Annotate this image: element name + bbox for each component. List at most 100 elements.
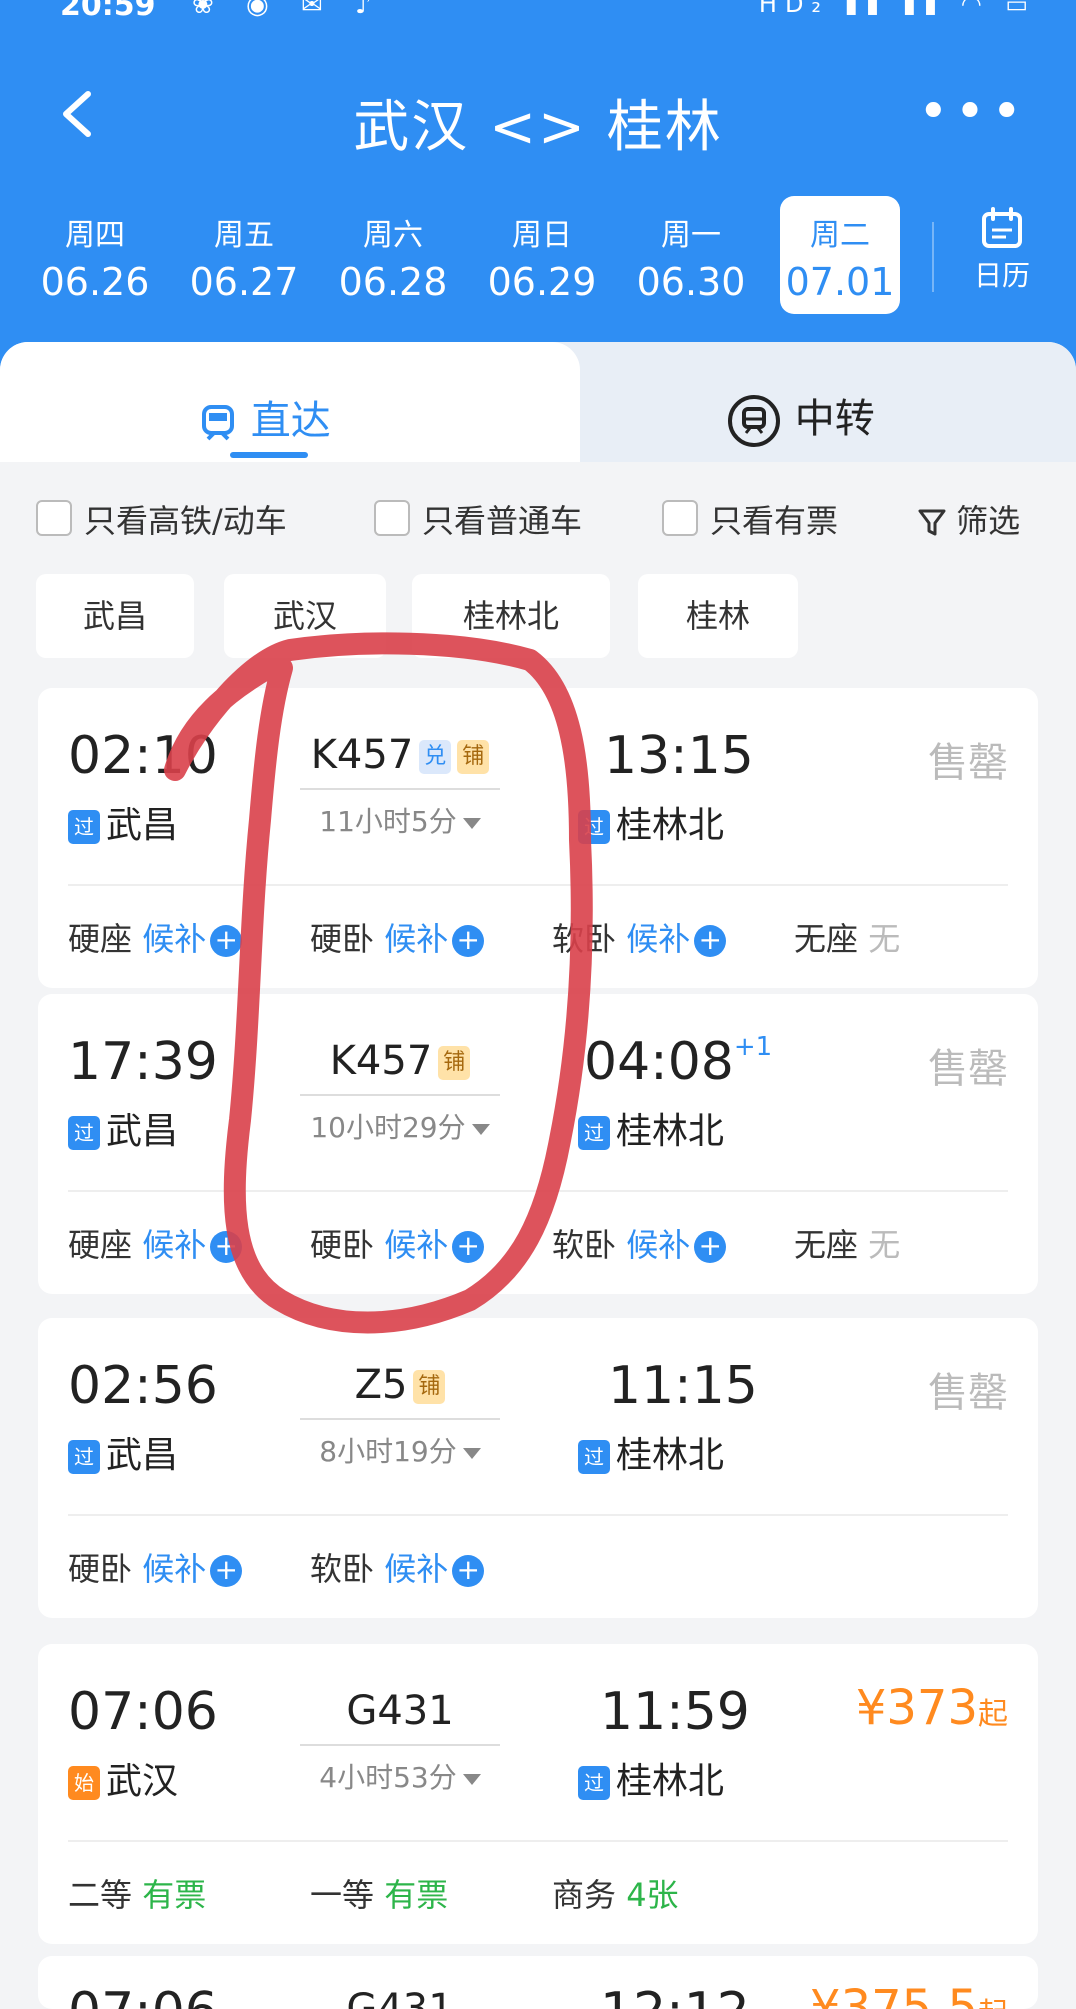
departure-station: 过武昌	[68, 1426, 178, 1478]
train-card[interactable]: 07:06 始武汉 G431 4小时53分 11:59 过桂林北 ¥373起 二…	[38, 1644, 1038, 1944]
calendar-button[interactable]: 日历	[960, 206, 1044, 294]
departure-time: 07:06	[68, 1682, 218, 1742]
train-number-label: Z5	[354, 1362, 408, 1408]
seat-name: 商务	[552, 1876, 617, 1914]
arrival-station: 过桂林北	[578, 796, 724, 848]
header-bar: 20:59 ❀ ◉ ✉ ♪ HD₂ ▮▮ ▮▮ ◠ ▭ 武汉 <> 桂林 •••…	[0, 0, 1076, 400]
arrival-time: 12:12	[600, 1982, 750, 2009]
plus-icon[interactable]: +	[210, 1231, 243, 1263]
train-number[interactable]: K457 铺	[300, 1038, 500, 1084]
seat-name: 软卧	[552, 920, 617, 958]
train-card[interactable]: 07:06 G431 12:12 ¥375.5起	[38, 1956, 1038, 2009]
seat-name: 硬卧	[310, 920, 375, 958]
checkbox-high-speed[interactable]	[36, 500, 72, 536]
date-value: 06.29	[487, 260, 597, 304]
sold-out-status: 售罄	[928, 1370, 1008, 1416]
train-card[interactable]: 17:39 过武昌 K457 铺 10小时29分 04:08+1 过桂林北 售罄 …	[38, 994, 1038, 1294]
date-value: 06.27	[189, 260, 299, 304]
seat-class[interactable]: 硬座 候补 +	[68, 914, 243, 960]
next-day-marker: +1	[733, 1032, 773, 1062]
seat-waitlist: 候补	[626, 1226, 691, 1264]
pass-badge: 过	[68, 1116, 100, 1150]
date-tab-selected[interactable]: 周二 07.01	[780, 196, 900, 314]
date-tab[interactable]: 周日 06.29	[472, 196, 612, 314]
chip-station[interactable]: 武汉	[224, 574, 386, 658]
chip-station[interactable]: 桂林北	[412, 574, 610, 658]
seat-class[interactable]: 一等 有票	[310, 1870, 448, 1916]
more-icon[interactable]: •••	[918, 86, 1028, 138]
duration[interactable]: 11小时5分	[300, 788, 500, 840]
status-app-icons: ❀ ◉ ✉ ♪	[192, 0, 384, 20]
price: ¥373起	[856, 1680, 1008, 1736]
calendar-label: 日历	[973, 259, 1030, 292]
seat-waitlist: 候补	[142, 920, 207, 958]
arrival-station: 过桂林北	[578, 1752, 724, 1804]
seat-name: 硬卧	[68, 1550, 133, 1588]
checkbox-available[interactable]	[662, 500, 698, 536]
train-number-label: K457	[310, 732, 414, 778]
chip-station[interactable]: 桂林	[638, 574, 798, 658]
tab-direct[interactable]: 直达	[198, 388, 331, 446]
plus-icon[interactable]: +	[210, 925, 243, 957]
plus-icon[interactable]: +	[452, 1555, 485, 1587]
plus-icon[interactable]: +	[452, 925, 485, 957]
seat-class[interactable]: 软卧 候补 +	[310, 1544, 485, 1590]
train-number[interactable]: G431	[300, 1688, 500, 1734]
duration[interactable]: 10小时29分	[300, 1094, 500, 1146]
seat-available: 4张	[626, 1876, 679, 1914]
date-weekday: 周五	[214, 218, 274, 253]
train-card[interactable]: 02:56 过武昌 Z5 铺 8小时19分 11:15 过桂林北 售罄 硬卧 候补…	[38, 1318, 1038, 1618]
price-value: ¥375.5	[810, 1980, 978, 2009]
seat-none: 无	[868, 1226, 901, 1264]
tag-redeem: 兑	[419, 740, 452, 774]
seat-class[interactable]: 软卧 候补 +	[552, 914, 727, 960]
seat-class[interactable]: 硬卧 候补 +	[310, 914, 485, 960]
status-signal-icons: HD₂ ▮▮ ▮▮ ◠ ▭	[758, 0, 1036, 18]
seat-waitlist: 候补	[142, 1226, 207, 1264]
plus-icon[interactable]: +	[210, 1555, 243, 1587]
date-weekday: 周二	[810, 218, 870, 253]
departure-station-name: 武昌	[106, 805, 179, 846]
date-tab[interactable]: 周四 06.26	[25, 196, 165, 314]
date-tab[interactable]: 周一 06.30	[621, 196, 761, 314]
price-suffix: 起	[978, 1697, 1008, 1732]
seat-class[interactable]: 二等 有票	[68, 1870, 206, 1916]
duration-label: 10小时29分	[310, 1111, 466, 1144]
seat-class[interactable]: 软卧 候补 +	[552, 1220, 727, 1266]
duration[interactable]: 4小时53分	[300, 1744, 500, 1796]
departure-time: 02:56	[68, 1356, 218, 1416]
plus-icon[interactable]: +	[452, 1231, 485, 1263]
seat-class[interactable]: 硬卧 候补 +	[310, 1220, 485, 1266]
departure-station-name: 武昌	[106, 1435, 179, 1476]
departure-station: 过武昌	[68, 796, 178, 848]
seat-none: 无	[868, 920, 901, 958]
filter-high-speed-label: 只看高铁/动车	[84, 502, 287, 540]
date-tab[interactable]: 周六 06.28	[323, 196, 463, 314]
train-number[interactable]: Z5 铺	[300, 1362, 500, 1408]
tab-transfer[interactable]: 中转	[726, 386, 875, 449]
departure-time: 02:10	[68, 726, 218, 786]
date-tab[interactable]: 周五 06.27	[174, 196, 314, 314]
checkbox-regular[interactable]	[374, 500, 410, 536]
plus-icon[interactable]: +	[694, 925, 727, 957]
filter-button[interactable]: 筛选	[918, 496, 1020, 542]
chevron-down-icon	[462, 1447, 481, 1459]
plus-icon[interactable]: +	[694, 1231, 727, 1263]
seat-name: 无座	[794, 1226, 859, 1264]
arrival-time: 11:59	[600, 1682, 750, 1742]
funnel-icon	[918, 509, 946, 536]
chip-station[interactable]: 武昌	[36, 574, 194, 658]
seat-class[interactable]: 硬座 候补 +	[68, 1220, 243, 1266]
duration[interactable]: 8小时19分	[300, 1418, 500, 1470]
train-number[interactable]: G431	[300, 1986, 500, 2009]
seat-class[interactable]: 商务 4张	[552, 1870, 679, 1916]
pass-badge: 过	[578, 810, 610, 844]
train-number[interactable]: K457 兑铺	[300, 732, 500, 778]
date-value: 06.26	[40, 260, 150, 304]
origin-badge: 始	[68, 1766, 100, 1800]
status-time: 20:59	[60, 0, 156, 23]
date-value: 07.01	[785, 260, 895, 304]
date-value: 06.28	[338, 260, 448, 304]
seat-class[interactable]: 硬卧 候补 +	[68, 1544, 243, 1590]
train-card[interactable]: 02:10 过武昌 K457 兑铺 11小时5分 13:15 过桂林北 售罄 硬座…	[38, 688, 1038, 988]
